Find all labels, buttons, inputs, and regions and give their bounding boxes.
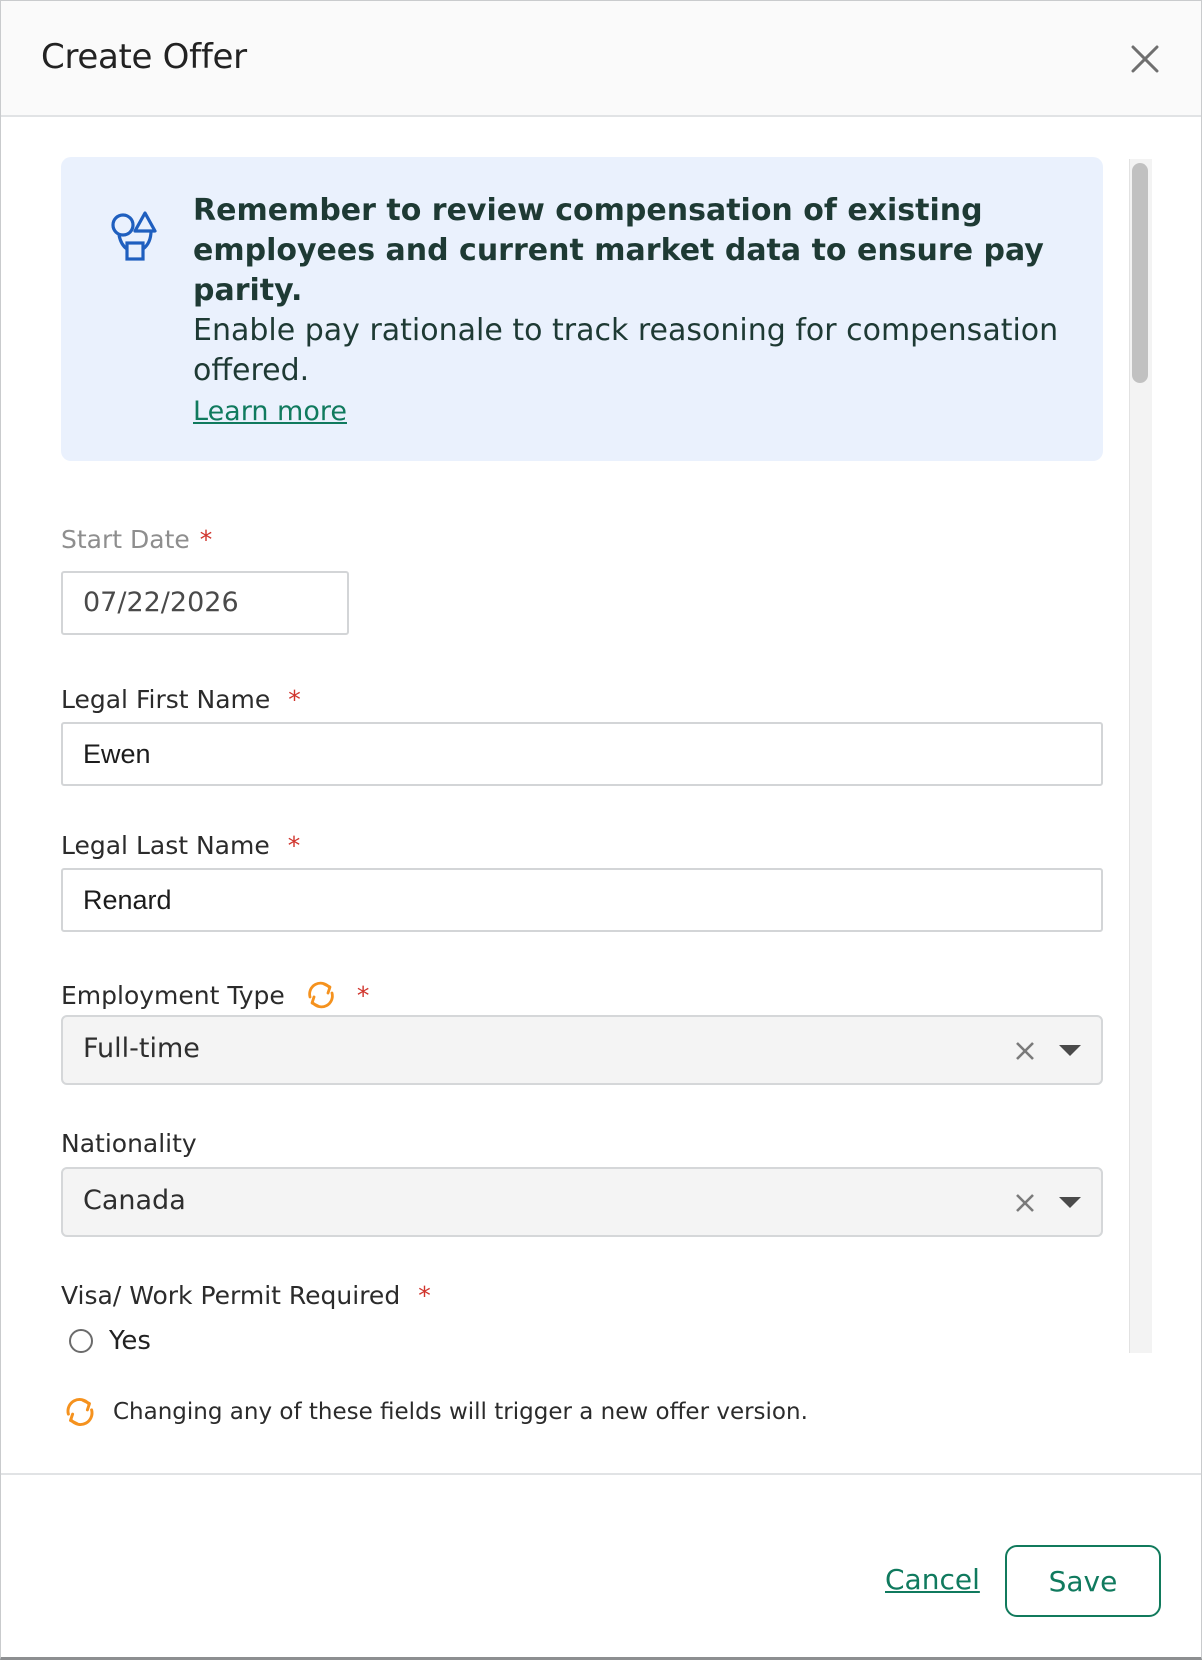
learn-more-link[interactable]: Learn more <box>193 393 347 431</box>
refresh-icon <box>308 981 334 1009</box>
nationality-value: Canada <box>83 1185 186 1216</box>
cancel-button[interactable]: Cancel <box>885 1563 980 1596</box>
banner-headline: Remember to review compensation of exist… <box>193 193 1044 308</box>
nationality-label: Nationality <box>61 1129 197 1158</box>
employment-type-value: Full-time <box>83 1033 200 1064</box>
required-marker: * <box>199 525 213 554</box>
first-name-field[interactable]: Ewen <box>61 722 1103 786</box>
version-note: Changing any of these fields will trigge… <box>61 1393 808 1431</box>
close-icon <box>1131 45 1159 73</box>
employment-type-select[interactable]: Full-time <box>61 1015 1103 1085</box>
visa-yes-option[interactable]: Yes <box>69 1321 151 1353</box>
scrollbar-thumb[interactable] <box>1132 163 1148 383</box>
refresh-icon <box>66 1397 94 1427</box>
start-date-label: Start Date * <box>61 525 213 554</box>
visa-yes-radio[interactable] <box>69 1329 93 1353</box>
required-marker: * <box>287 831 301 860</box>
version-note-text: Changing any of these fields will trigge… <box>113 1399 808 1425</box>
last-name-label: Legal Last Name * <box>61 831 301 860</box>
visa-yes-label: Yes <box>109 1326 151 1353</box>
modal-body[interactable]: Remember to review compensation of exist… <box>1 117 1201 1353</box>
first-name-label: Legal First Name * <box>61 685 301 714</box>
visa-label: Visa/ Work Permit Required * <box>61 1281 431 1310</box>
pay-parity-banner: Remember to review compensation of exist… <box>61 157 1103 461</box>
footer-divider <box>1 1473 1201 1475</box>
clear-icon[interactable] <box>1013 1191 1037 1215</box>
modal-title: Create Offer <box>41 37 247 77</box>
shapes-icon <box>105 207 161 267</box>
save-button[interactable]: Save <box>1005 1545 1161 1617</box>
modal-header: Create Offer <box>1 1 1201 117</box>
close-button[interactable] <box>1125 39 1165 79</box>
last-name-field[interactable]: Renard <box>61 868 1103 932</box>
required-marker: * <box>418 1281 431 1310</box>
required-marker: * <box>288 685 301 714</box>
banner-body: Enable pay rationale to track reasoning … <box>193 313 1059 388</box>
start-date-field[interactable]: 07/22/2026 <box>61 571 349 635</box>
clear-icon[interactable] <box>1013 1039 1037 1063</box>
chevron-down-icon[interactable] <box>1059 1045 1081 1056</box>
employment-type-label: Employment Type * <box>61 977 369 1013</box>
nationality-select[interactable]: Canada <box>61 1167 1103 1237</box>
required-marker: * <box>356 980 370 1010</box>
create-offer-modal: Create Offer Remember to review compensa… <box>0 0 1202 1660</box>
chevron-down-icon[interactable] <box>1059 1197 1081 1208</box>
